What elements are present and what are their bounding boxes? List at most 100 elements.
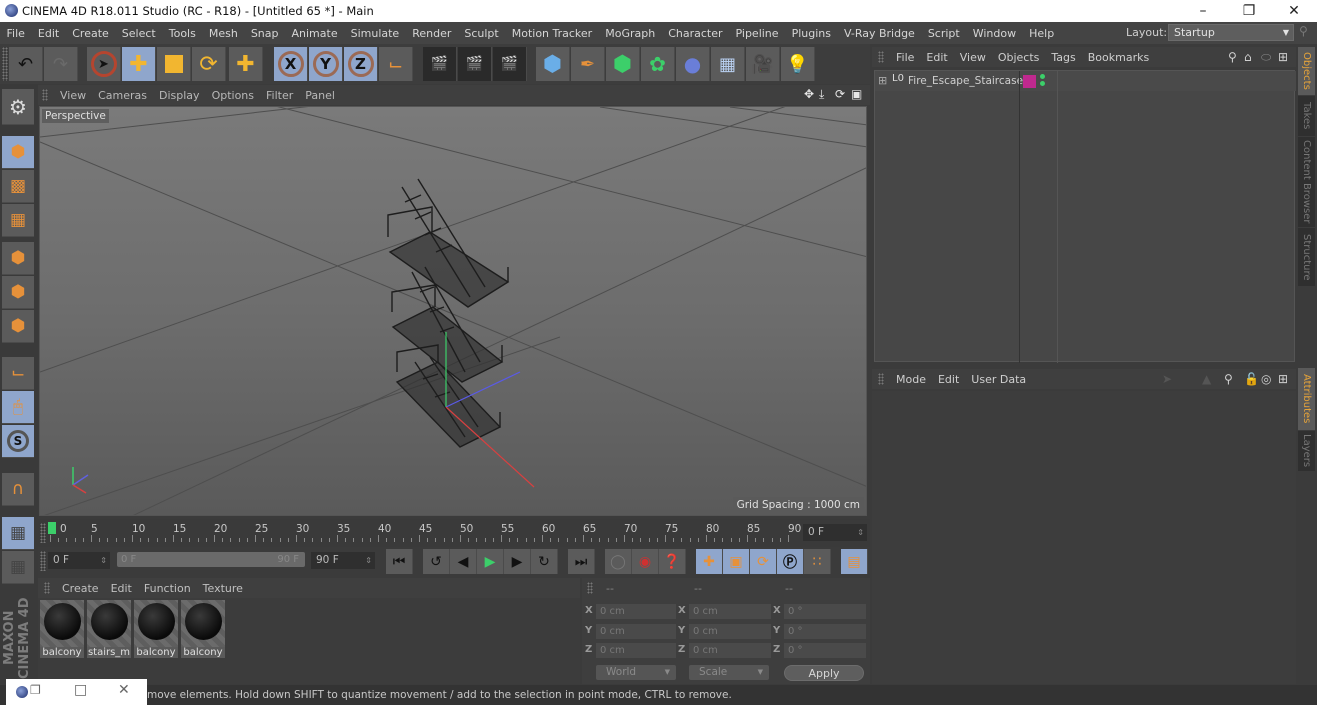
preview-range-slider[interactable]: 0 F 90 F bbox=[117, 552, 305, 567]
menu-help[interactable]: Help bbox=[1023, 27, 1061, 40]
maximize-icon[interactable]: □ bbox=[74, 682, 87, 698]
layer-color-tag[interactable] bbox=[1023, 75, 1036, 88]
cube-icon[interactable]: ⬢ bbox=[536, 47, 570, 81]
material-swatch[interactable]: balcony bbox=[181, 600, 225, 658]
material-grip[interactable] bbox=[44, 582, 50, 594]
rotate-view-icon[interactable]: ⟳ bbox=[835, 87, 845, 101]
light-icon[interactable]: 💡 bbox=[781, 47, 815, 81]
menu-window[interactable]: Window bbox=[966, 27, 1022, 40]
menu-tools[interactable]: Tools bbox=[162, 27, 202, 40]
move-icon[interactable]: ✚ bbox=[122, 47, 156, 81]
om-menu-view[interactable]: View bbox=[954, 51, 992, 64]
object-manager-grip[interactable] bbox=[878, 51, 884, 63]
magnet-icon[interactable]: ∩ bbox=[2, 473, 34, 506]
size-y-field[interactable]: 0 cm bbox=[689, 624, 771, 639]
size-z-field[interactable]: 0 cm bbox=[689, 643, 771, 658]
coordinate-space-dropdown[interactable]: World ▼ bbox=[596, 665, 676, 680]
coordinates-grip[interactable] bbox=[587, 582, 593, 594]
am-menu-edit[interactable]: Edit bbox=[932, 373, 965, 386]
menu-render[interactable]: Render bbox=[406, 27, 458, 40]
up-arrow-icon[interactable]: ▲ bbox=[1202, 372, 1211, 386]
editor-visibility-dot[interactable] bbox=[1040, 74, 1045, 79]
snap-mode-icon[interactable]: S bbox=[2, 425, 34, 458]
previous-frame-icon[interactable]: ◀ bbox=[450, 549, 477, 574]
pen-spline-icon[interactable]: ✒ bbox=[571, 47, 605, 81]
viewport-menu-display[interactable]: Display bbox=[153, 89, 206, 102]
taskbar-thumbnail[interactable]: ❐ □ ✕ bbox=[6, 679, 147, 705]
om-menu-bookmarks[interactable]: Bookmarks bbox=[1082, 51, 1155, 64]
model-mode-icon[interactable]: ⬢ bbox=[2, 136, 34, 169]
planar-workplane-icon[interactable]: ▦ bbox=[2, 551, 34, 584]
axis-mode-icon[interactable]: ⌙ bbox=[2, 357, 34, 390]
tab-objects[interactable]: Objects bbox=[1298, 47, 1315, 95]
texture-mode-icon[interactable]: ▩ bbox=[2, 170, 34, 203]
om-menu-tags[interactable]: Tags bbox=[1045, 51, 1081, 64]
autokeying-icon[interactable]: ◉ bbox=[632, 549, 659, 574]
new-panel-icon[interactable]: ⊞ bbox=[1278, 50, 1288, 64]
home-icon[interactable]: ⌂ bbox=[1244, 50, 1252, 64]
material-menu-texture[interactable]: Texture bbox=[197, 582, 249, 595]
go-to-end-icon[interactable]: ⏭ bbox=[568, 549, 595, 574]
lock-workplane-icon[interactable]: ▦ bbox=[2, 517, 34, 550]
timeline-ruler[interactable]: 0 5 10 15 20 25 30 35 40 45 50 55 60 65 70 75 80 85 90 0 F… bbox=[38, 519, 870, 547]
render-visibility-dot[interactable] bbox=[1040, 81, 1045, 86]
om-menu-file[interactable]: File bbox=[890, 51, 920, 64]
close-button[interactable]: ✕ bbox=[1271, 0, 1317, 22]
coordinate-system-icon[interactable]: ⌙ bbox=[379, 47, 413, 81]
column-divider[interactable] bbox=[1019, 71, 1020, 363]
edges-mode-icon[interactable]: ⬢ bbox=[2, 276, 34, 309]
render-region-icon[interactable]: 🎬 bbox=[423, 47, 457, 81]
rotation-b-field[interactable]: 0 ° bbox=[784, 643, 866, 658]
om-menu-edit[interactable]: Edit bbox=[920, 51, 953, 64]
viewport-menu-view[interactable]: View bbox=[54, 89, 92, 102]
apply-button[interactable]: Apply bbox=[784, 665, 864, 681]
om-menu-objects[interactable]: Objects bbox=[992, 51, 1046, 64]
menu-character[interactable]: Character bbox=[662, 27, 729, 40]
column-divider[interactable] bbox=[1057, 71, 1058, 363]
polygons-mode-icon[interactable]: ⬢ bbox=[2, 310, 34, 343]
search-icon[interactable]: ⚲ bbox=[1224, 372, 1233, 386]
menu-plugins[interactable]: Plugins bbox=[785, 27, 837, 40]
next-key-icon[interactable]: ↻ bbox=[531, 549, 558, 574]
menu-snap[interactable]: Snap bbox=[244, 27, 285, 40]
render-settings-icon[interactable]: 🎬 bbox=[493, 47, 527, 81]
end-frame-field[interactable]: 90 F ⇕ bbox=[311, 552, 375, 569]
link-icon[interactable]: ⬭ bbox=[1261, 50, 1271, 65]
timeline-grip[interactable] bbox=[40, 523, 46, 543]
restore-icon[interactable]: ❐ bbox=[30, 683, 41, 697]
key-parameter-icon[interactable]: Ⓟ bbox=[777, 549, 804, 574]
target-icon[interactable]: ◎ bbox=[1261, 372, 1271, 386]
floor-icon[interactable]: ▦ bbox=[711, 47, 745, 81]
play-icon[interactable]: ▶ bbox=[477, 549, 504, 574]
menu-pipeline[interactable]: Pipeline bbox=[729, 27, 785, 40]
menu-script[interactable]: Script bbox=[921, 27, 966, 40]
position-y-field[interactable]: 0 cm bbox=[596, 624, 676, 639]
rotate-icon[interactable]: ⟳ bbox=[192, 47, 226, 81]
next-frame-icon[interactable]: ▶ bbox=[504, 549, 531, 574]
material-menu-create[interactable]: Create bbox=[56, 582, 105, 595]
scale-icon[interactable] bbox=[157, 47, 191, 81]
record-active-objects-icon[interactable]: ◯ bbox=[605, 549, 632, 574]
current-frame-field[interactable]: 0 F ⇕ bbox=[803, 524, 867, 541]
menu-edit[interactable]: Edit bbox=[31, 27, 65, 40]
viewport-grip[interactable] bbox=[42, 89, 48, 101]
key-point-level-icon[interactable]: ∷ bbox=[804, 549, 831, 574]
rotation-p-field[interactable]: 0 ° bbox=[784, 624, 866, 639]
move-view-icon[interactable]: ✥ bbox=[804, 87, 814, 101]
viewport-menu-filter[interactable]: Filter bbox=[260, 89, 299, 102]
cloner-icon[interactable]: ✿ bbox=[641, 47, 675, 81]
minimize-button[interactable]: – bbox=[1180, 0, 1226, 22]
make-editable-icon[interactable]: ⚙ bbox=[2, 89, 34, 125]
menu-sculpt[interactable]: Sculpt bbox=[458, 27, 505, 40]
start-frame-field[interactable]: 0 F ⇕ bbox=[48, 552, 110, 569]
search-icon[interactable]: ⚲ bbox=[1299, 24, 1308, 38]
previous-key-icon[interactable]: ↺ bbox=[423, 549, 450, 574]
tweak-mode-icon[interactable]: 🖱 bbox=[2, 391, 34, 424]
tab-layers[interactable]: Layers bbox=[1298, 431, 1315, 471]
material-swatch[interactable]: balcony bbox=[40, 600, 84, 658]
key-rotation-icon[interactable]: ⟳ bbox=[750, 549, 777, 574]
timeline-layout-icon[interactable]: ▤ bbox=[841, 549, 868, 574]
rotation-h-field[interactable]: 0 ° bbox=[784, 604, 866, 619]
menu-motion-tracker[interactable]: Motion Tracker bbox=[505, 27, 598, 40]
workplane-mode-icon[interactable]: ▦ bbox=[2, 204, 34, 237]
